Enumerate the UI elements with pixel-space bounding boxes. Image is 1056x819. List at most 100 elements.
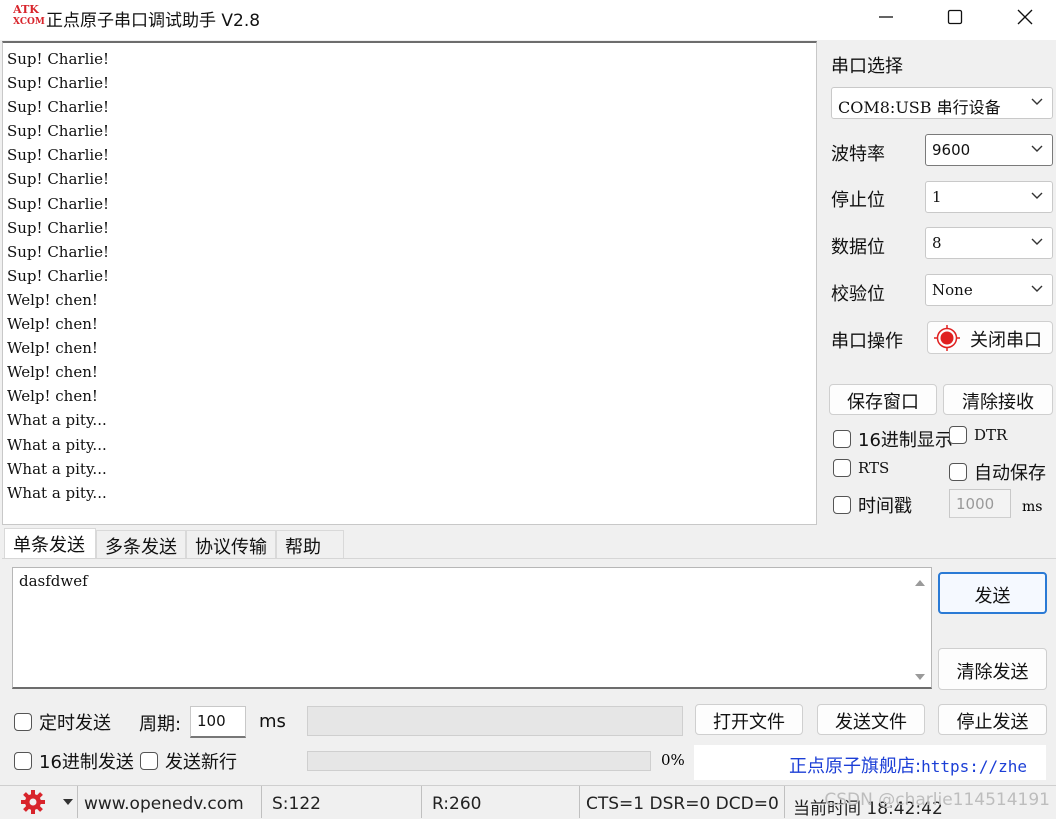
tab-help[interactable]: 帮助: [276, 530, 344, 558]
receive-line: What a pity...: [7, 435, 107, 454]
receive-line: Sup! Charlie!: [7, 146, 110, 165]
dropdown-arrow-icon: [63, 799, 73, 805]
send-progress-bar: [307, 751, 651, 771]
shop-url[interactable]: https://zhe: [921, 757, 1027, 776]
timestamp-interval-input[interactable]: 1000: [949, 489, 1011, 518]
minimize-button[interactable]: [856, 0, 916, 34]
hex-send-checkbox-row[interactable]: 16进制发送: [14, 748, 134, 774]
receive-line: Sup! Charlie!: [7, 242, 110, 261]
watermark-text: CSDN @charlie114514191: [824, 790, 1050, 810]
clear-receive-button[interactable]: 清除接收: [943, 384, 1053, 415]
close-port-label: 关闭串口: [970, 330, 1042, 351]
received-count: R:260: [422, 786, 580, 818]
stop-send-button[interactable]: 停止发送: [938, 704, 1047, 735]
receive-line: What a pity...: [7, 483, 107, 502]
receive-line: What a pity...: [7, 459, 107, 478]
stop-bits-select[interactable]: 1: [925, 181, 1053, 213]
hex-send-checkbox[interactable]: [14, 752, 32, 770]
shop-link-box[interactable]: 正点原子旗舰店:https://zhe: [694, 745, 1046, 780]
close-button[interactable]: [995, 0, 1055, 34]
stop-bits-value: 1: [932, 188, 942, 206]
timestamp-checkbox-row[interactable]: 时间戳: [833, 492, 912, 518]
auto-save-checkbox-row[interactable]: 自动保存: [949, 459, 1046, 485]
parity-value: None: [932, 281, 973, 299]
send-file-button[interactable]: 发送文件: [817, 704, 925, 735]
port-label: 串口选择: [831, 56, 903, 77]
receive-line: Sup! Charlie!: [7, 266, 110, 285]
rts-label: RTS: [858, 459, 890, 477]
logo-text-top: ATK: [13, 3, 39, 16]
send-newline-checkbox-row[interactable]: 发送新行: [140, 748, 237, 774]
sent-count: S:122: [262, 786, 422, 818]
send-button[interactable]: 发送: [938, 572, 1047, 614]
stop-bits-label: 停止位: [831, 190, 885, 211]
close-port-button[interactable]: 关闭串口: [927, 321, 1053, 354]
receive-textarea[interactable]: Sup! Charlie! Sup! Charlie! Sup! Charlie! S…: [2, 41, 817, 525]
timed-send-checkbox[interactable]: [14, 713, 32, 731]
period-label: 周期:: [139, 714, 182, 735]
receive-line: Sup! Charlie!: [7, 194, 110, 213]
receive-line: Sup! Charlie!: [7, 122, 110, 141]
receive-line: Sup! Charlie!: [7, 170, 110, 189]
baud-value: 9600: [932, 141, 971, 159]
file-path-field: [307, 706, 683, 736]
receive-line: Sup! Charlie!: [7, 50, 110, 68]
chevron-down-icon: [1031, 238, 1043, 245]
parity-select[interactable]: None: [925, 274, 1053, 306]
settings-menu[interactable]: [0, 786, 78, 818]
baud-select[interactable]: 9600: [925, 134, 1053, 166]
chevron-down-icon: [1031, 285, 1043, 292]
title-bar: ATK XCOM 正点原子串口调试助手 V2.8: [0, 0, 1056, 40]
minimize-icon: [879, 16, 893, 18]
hex-send-label: 16进制发送: [39, 752, 134, 773]
dtr-checkbox[interactable]: [949, 426, 967, 444]
tab-single-send[interactable]: 单条发送: [4, 528, 96, 560]
tab-multi-send[interactable]: 多条发送: [96, 530, 186, 558]
clear-send-button[interactable]: 清除发送: [938, 648, 1047, 690]
hex-display-checkbox-row[interactable]: 16进制显示: [833, 426, 953, 452]
receive-line: Sup! Charlie!: [7, 218, 110, 237]
port-status-red-icon: [934, 325, 960, 351]
period-input[interactable]: 100: [190, 706, 246, 738]
data-bits-select[interactable]: 8: [925, 227, 1053, 259]
website-link[interactable]: www.openedv.com: [78, 786, 262, 818]
hex-display-checkbox[interactable]: [833, 430, 851, 448]
send-scrollbar[interactable]: [911, 570, 929, 686]
data-bits-value: 8: [932, 234, 942, 252]
chevron-down-icon: [1031, 145, 1043, 152]
port-value: COM8:USB 串行设备: [838, 98, 1001, 117]
receive-line: Welp! chen!: [7, 363, 98, 382]
shop-label: 正点原子旗舰店:: [789, 756, 922, 777]
chevron-down-icon: [1031, 192, 1043, 199]
send-progress-text: 0%: [661, 751, 685, 769]
port-select[interactable]: COM8:USB 串行设备: [831, 87, 1053, 119]
timed-send-checkbox-row[interactable]: 定时发送: [14, 709, 111, 735]
rts-checkbox[interactable]: [833, 459, 851, 477]
save-window-button[interactable]: 保存窗口: [829, 384, 937, 415]
receive-line: What a pity...: [7, 411, 107, 430]
send-newline-checkbox[interactable]: [140, 752, 158, 770]
maximize-button[interactable]: [925, 0, 985, 34]
logo-text-bottom: XCOM: [13, 17, 45, 27]
dtr-label: DTR: [974, 426, 1008, 444]
timestamp-checkbox[interactable]: [833, 496, 851, 514]
period-unit: ms: [259, 711, 286, 732]
open-file-button[interactable]: 打开文件: [695, 704, 803, 735]
tab-protocol[interactable]: 协议传输: [186, 530, 276, 558]
timestamp-unit: ms: [1022, 499, 1043, 515]
receive-line: Welp! chen!: [7, 387, 98, 406]
maximize-icon: [947, 9, 963, 25]
receive-line: Welp! chen!: [7, 315, 98, 334]
dtr-checkbox-row[interactable]: DTR: [949, 426, 1007, 444]
send-text: dasfdwef: [19, 572, 88, 590]
data-bits-label: 数据位: [831, 237, 885, 258]
send-textarea[interactable]: dasfdwef: [12, 567, 932, 689]
rts-checkbox-row[interactable]: RTS: [833, 459, 889, 477]
receive-line: Sup! Charlie!: [7, 74, 110, 93]
close-icon: [1017, 9, 1033, 25]
auto-save-checkbox[interactable]: [949, 463, 967, 481]
chevron-down-icon: [1031, 98, 1043, 105]
hex-display-label: 16进制显示: [858, 430, 953, 451]
port-operation-label: 串口操作: [831, 331, 903, 352]
timestamp-label: 时间戳: [858, 496, 912, 517]
